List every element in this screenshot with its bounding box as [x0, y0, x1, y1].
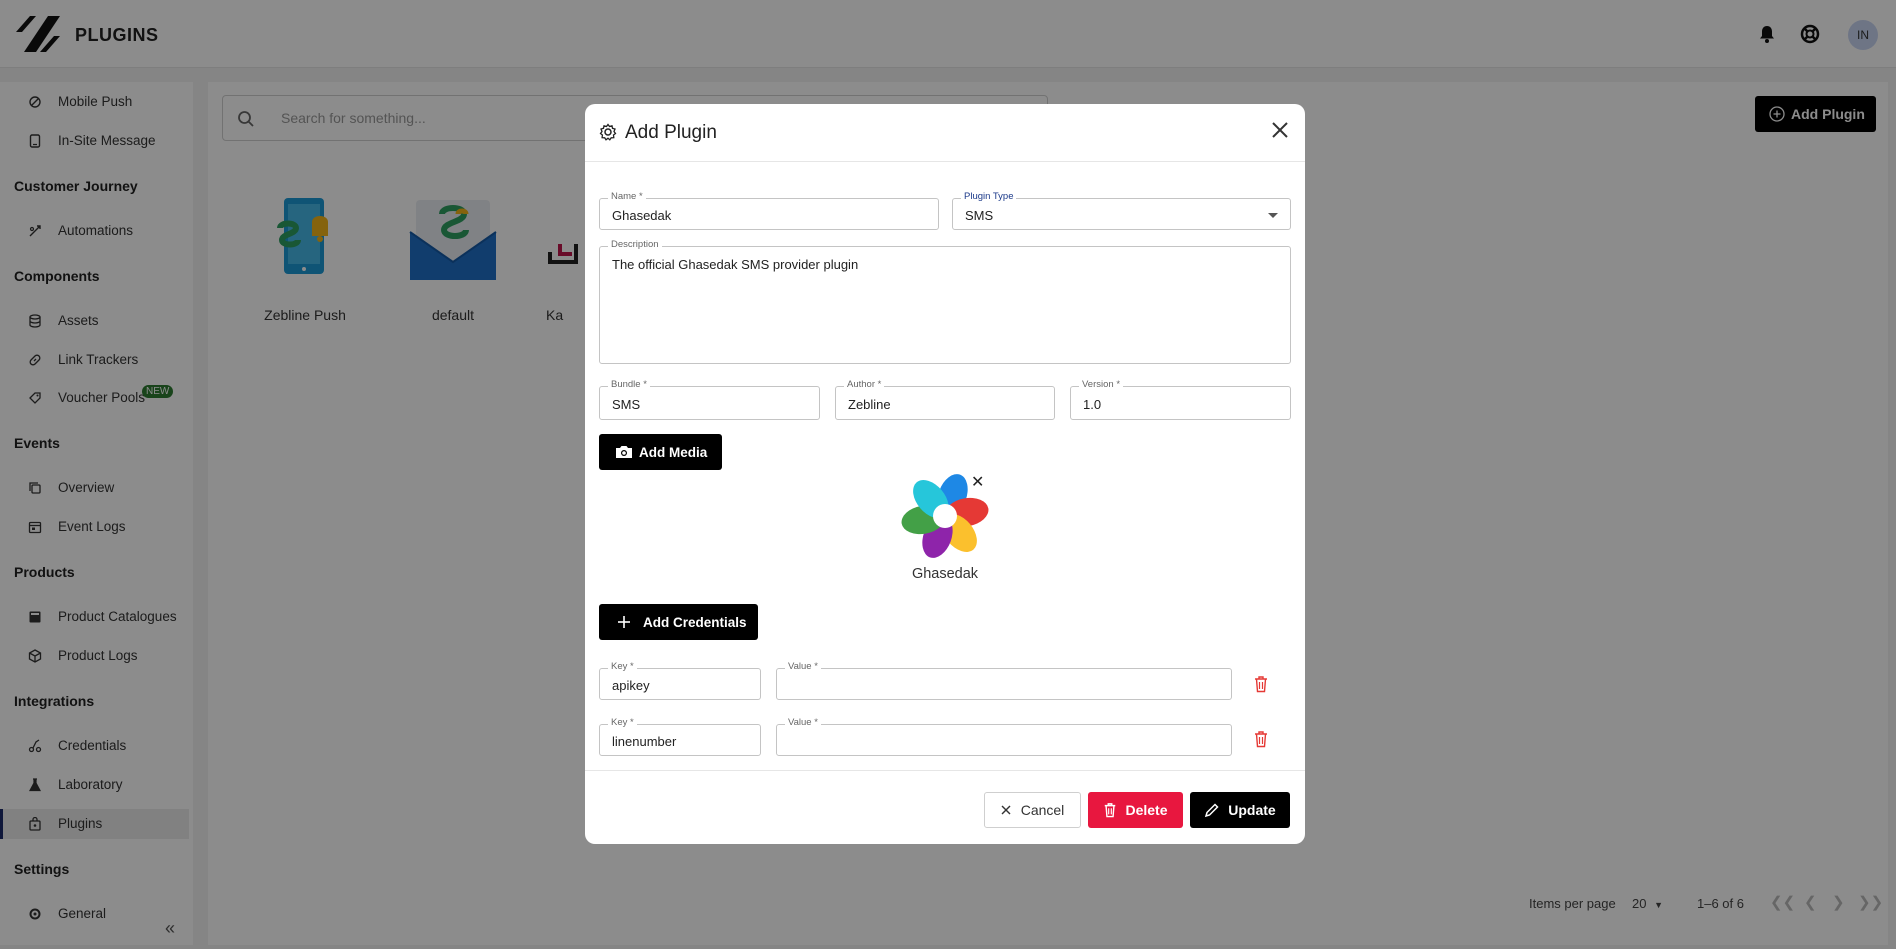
plugin-type-label: Plugin Type — [961, 191, 1017, 203]
close-icon — [1001, 805, 1011, 815]
version-value: 1.0 — [1083, 397, 1102, 412]
bundle-value: SMS — [612, 397, 641, 412]
credential-value-field[interactable]: Value * — [776, 717, 1232, 756]
trash-icon — [1105, 803, 1116, 818]
cancel-label: Cancel — [1020, 802, 1065, 818]
bundle-field[interactable]: Bundle * SMS — [599, 379, 820, 420]
name-field[interactable]: Name * Ghasedak — [599, 191, 939, 230]
media-name: Ghasedak — [911, 566, 979, 582]
version-label: Version * — [1079, 379, 1124, 391]
add-plugin-dialog: Add Plugin Name * Ghasedak Plugin Type S… — [585, 104, 1305, 844]
author-label: Author * — [844, 379, 885, 391]
dialog-title: Add Plugin — [625, 122, 717, 143]
pencil-icon — [1205, 803, 1219, 818]
delete-label: Delete — [1125, 802, 1168, 818]
update-button[interactable]: Update — [1190, 792, 1290, 828]
cancel-button[interactable]: Cancel — [984, 792, 1081, 828]
credential-key-field[interactable]: Key * apikey — [599, 661, 761, 700]
credential-value-field[interactable]: Value * — [776, 661, 1232, 700]
camera-icon — [616, 446, 632, 458]
add-media-button[interactable]: Add Media — [599, 434, 722, 470]
gear-icon — [599, 123, 617, 141]
description-textarea[interactable]: Description The official Ghasedak SMS pr… — [599, 239, 1291, 364]
description-label: Description — [608, 239, 662, 251]
credential-key-label: Key * — [608, 717, 637, 729]
credential-key-value: linenumber — [612, 734, 677, 749]
credential-key-value: apikey — [612, 678, 650, 693]
credential-value-label: Value * — [785, 717, 821, 729]
add-credentials-label: Add Credentials — [643, 614, 747, 630]
delete-button[interactable]: Delete — [1088, 792, 1183, 828]
add-credentials-button[interactable]: Add Credentials — [599, 604, 758, 640]
plugin-type-select[interactable]: Plugin Type SMS — [952, 191, 1291, 230]
name-label: Name * — [608, 191, 646, 203]
author-value: Zebline — [848, 397, 891, 412]
credential-key-label: Key * — [608, 661, 637, 673]
close-icon[interactable] — [1268, 118, 1292, 142]
plugin-type-value: SMS — [965, 208, 994, 223]
remove-media-icon[interactable]: ✕ — [971, 472, 984, 492]
description-value: The official Ghasedak SMS provider plugi… — [612, 257, 859, 272]
plus-icon — [618, 616, 630, 628]
update-label: Update — [1228, 802, 1276, 818]
name-value: Ghasedak — [612, 208, 672, 223]
author-field[interactable]: Author * Zebline — [835, 379, 1055, 420]
add-media-label: Add Media — [639, 444, 708, 460]
ghasedak-logo — [901, 474, 989, 558]
version-field[interactable]: Version * 1.0 — [1070, 379, 1291, 420]
credential-value-label: Value * — [785, 661, 821, 673]
trash-icon[interactable] — [1253, 675, 1269, 693]
bundle-label: Bundle * — [608, 379, 650, 391]
trash-icon[interactable] — [1253, 730, 1269, 748]
credential-key-field[interactable]: Key * linenumber — [599, 717, 761, 756]
dialog-header: Add Plugin — [585, 104, 1305, 162]
caret-down-icon — [1268, 213, 1278, 218]
